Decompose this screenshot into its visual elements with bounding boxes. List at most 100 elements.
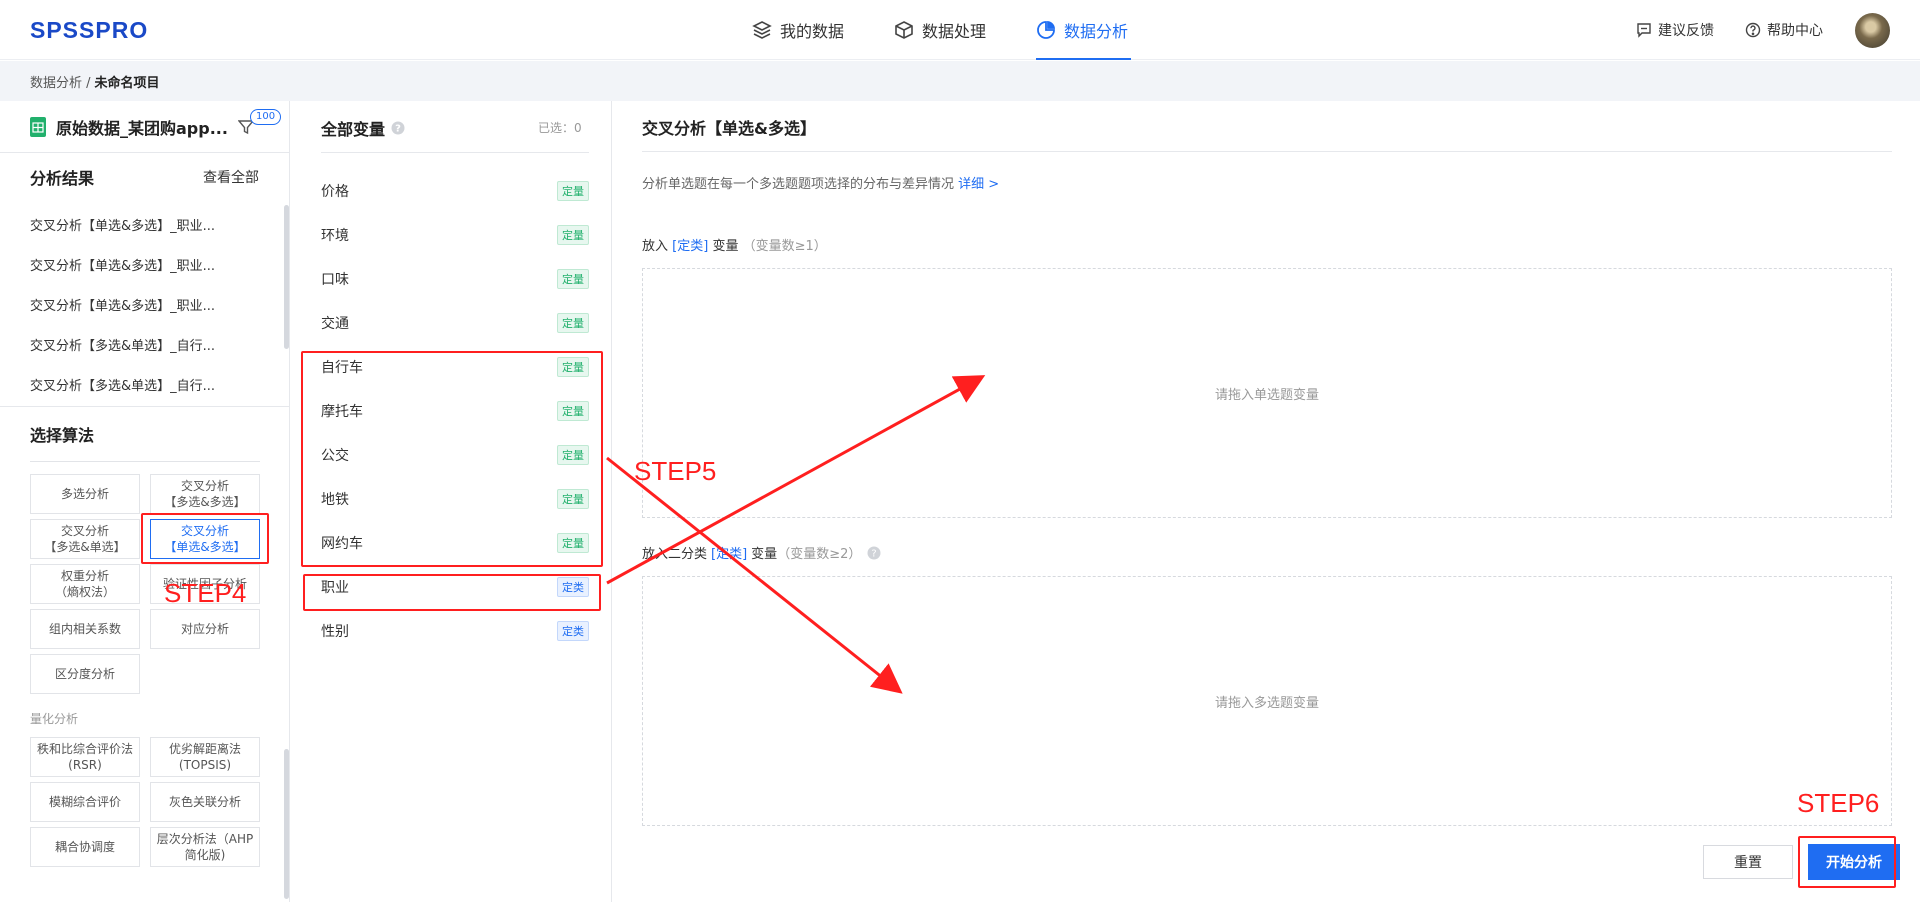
algo-fuzzy[interactable]: 模糊综合评价 — [30, 782, 140, 822]
result-item[interactable]: 交叉分析【单选&多选】_职业... — [30, 295, 215, 314]
result-item[interactable]: 交叉分析【多选&单选】_自行... — [30, 375, 215, 394]
help-center-link[interactable]: 帮助中心 — [1745, 0, 1823, 60]
layers-icon — [752, 21, 772, 39]
zone2-hint: （变量数≥2） — [777, 547, 862, 562]
divider — [321, 152, 589, 153]
zone1-suffix: 变量 — [712, 239, 739, 254]
help-center-label: 帮助中心 — [1767, 23, 1823, 39]
variables-title-label: 全部变量 — [321, 120, 386, 139]
zone2-placeholder: 请拖入多选题变量 — [1214, 695, 1319, 711]
svg-text:?: ? — [872, 548, 877, 559]
nav-data-processing[interactable]: 数据处理 — [894, 0, 986, 60]
left-sidebar: 原始数据_某团购app... 100 分析结果 查看全部 交叉分析【单选&多选】… — [0, 101, 290, 902]
feedback-label: 建议反馈 — [1658, 23, 1714, 39]
algo-multi-select-analysis[interactable]: 多选分析 — [30, 474, 140, 514]
nav-data-analysis-label: 数据分析 — [1064, 22, 1129, 41]
variable-name: 性别 — [321, 624, 349, 640]
algo-correspondence[interactable]: 对应分析 — [150, 609, 260, 649]
variable-name: 口味 — [321, 272, 349, 288]
quantitative-tag: 定量 — [557, 269, 589, 289]
view-all-link[interactable]: 查看全部 — [203, 167, 259, 187]
zone1-label: 放入 [定类] 变量 （变量数≥1） — [642, 235, 827, 254]
result-item[interactable]: 交叉分析【单选&多选】_职业... — [30, 215, 215, 234]
variable-name: 环境 — [321, 228, 349, 244]
analysis-description-text: 分析单选题在每一个多选题题项选择的分布与差异情况 — [642, 177, 955, 192]
active-tab-indicator — [1036, 58, 1131, 60]
divider — [0, 152, 290, 153]
zone1-prefix: 放入 — [642, 239, 669, 254]
divider — [0, 406, 290, 407]
results-scrollbar[interactable] — [284, 205, 289, 349]
variable-item[interactable]: 交通 定量 — [321, 308, 589, 338]
zone2-label: 放入二分类 [定类] 变量 （变量数≥2） ? — [642, 543, 881, 562]
reset-button[interactable]: 重置 — [1703, 845, 1793, 879]
quant-group-label: 量化分析 — [30, 712, 79, 726]
quantitative-tag: 定量 — [557, 181, 589, 201]
pie-chart-icon — [1037, 20, 1056, 39]
nav-my-data[interactable]: 我的数据 — [752, 0, 844, 60]
zone2-prefix: 放入二分类 — [642, 547, 708, 562]
step6-highlight-box — [1798, 836, 1896, 888]
algo-cross-multi-single[interactable]: 交叉分析 【多选&单选】 — [30, 519, 140, 559]
nav-data-processing-label: 数据处理 — [922, 22, 987, 41]
user-avatar[interactable] — [1855, 13, 1890, 48]
divider — [30, 461, 260, 462]
step5-occupation-box — [303, 574, 601, 611]
zone1-hint: （变量数≥1） — [742, 239, 827, 254]
quantitative-tag: 定量 — [557, 313, 589, 333]
analysis-title: 交叉分析【单选&多选】 — [642, 119, 816, 138]
algo-weight-entropy[interactable]: 权重分析 （熵权法） — [30, 564, 140, 604]
algo-topsis[interactable]: 优劣解距离法 (TOPSIS) — [150, 737, 260, 777]
message-icon — [1637, 23, 1651, 38]
result-item[interactable]: 交叉分析【多选&单选】_自行... — [30, 335, 215, 354]
multi-choice-drop-zone[interactable]: 请拖入多选题变量 — [642, 576, 1892, 826]
spreadsheet-icon — [30, 117, 46, 137]
variable-name: 价格 — [321, 184, 349, 200]
help-icon — [1745, 22, 1761, 38]
variable-item[interactable]: 性别 定类 — [321, 616, 589, 646]
detail-link[interactable]: 详细 > — [958, 177, 999, 192]
question-icon[interactable]: ? — [391, 121, 405, 135]
breadcrumb-root[interactable]: 数据分析 / — [30, 72, 91, 91]
algorithms-scrollbar[interactable] — [284, 749, 289, 899]
nav-data-analysis[interactable]: 数据分析 — [1036, 0, 1131, 60]
step6-label: STEP6 — [1797, 788, 1880, 818]
algo-discrimination[interactable]: 区分度分析 — [30, 654, 140, 694]
app-logo[interactable]: SPSSPRO — [30, 17, 148, 44]
step4-highlight-box — [141, 513, 269, 564]
divider — [642, 151, 1892, 152]
algo-coupling[interactable]: 耦合协调度 — [30, 827, 140, 867]
algo-grey-relational[interactable]: 灰色关联分析 — [150, 782, 260, 822]
algorithms-title: 选择算法 — [30, 426, 95, 445]
nav-my-data-label: 我的数据 — [780, 22, 845, 41]
variables-title: 全部变量 ? — [321, 116, 405, 140]
feedback-link[interactable]: 建议反馈 — [1636, 0, 1714, 60]
zone1-type: [定类] — [672, 239, 709, 254]
variable-name: 交通 — [321, 316, 349, 332]
results-title: 分析结果 — [30, 169, 95, 188]
step4-label: STEP4 — [164, 578, 247, 608]
step5-variables-box — [301, 351, 603, 567]
algo-rsr[interactable]: 秩和比综合评价法 (RSR) — [30, 737, 140, 777]
dataset-title: 原始数据_某团购app... — [56, 119, 228, 138]
zone2-type: [定类] — [711, 547, 748, 562]
algo-ahp[interactable]: 层次分析法（AHP 简化版) — [150, 827, 260, 867]
cube-icon — [895, 21, 913, 39]
zone1-placeholder: 请拖入单选题变量 — [1214, 387, 1319, 403]
result-item[interactable]: 交叉分析【单选&多选】_职业... — [30, 255, 215, 274]
variable-item[interactable]: 口味 定量 — [321, 264, 589, 294]
filter-count-badge: 100 — [250, 109, 282, 125]
algo-icc[interactable]: 组内相关系数 — [30, 609, 140, 649]
step5-label: STEP5 — [634, 456, 717, 486]
variable-item[interactable]: 环境 定量 — [321, 220, 589, 250]
zone2-suffix: 变量 — [751, 547, 778, 562]
question-icon[interactable]: ? — [867, 546, 881, 560]
breadcrumb-current: 未命名项目 — [94, 75, 160, 91]
breadcrumb: 数据分析 / 未命名项目 — [0, 61, 1920, 101]
quantitative-tag: 定量 — [557, 225, 589, 245]
single-choice-drop-zone[interactable]: 请拖入单选题变量 — [642, 268, 1892, 518]
algo-cross-multi-multi[interactable]: 交叉分析 【多选&多选】 — [150, 474, 260, 514]
selected-count: 已选：0 — [538, 121, 582, 135]
variable-item[interactable]: 价格 定量 — [321, 176, 589, 206]
analysis-config-panel: 交叉分析【单选&多选】 分析单选题在每一个多选题题项选择的分布与差异情况 详细 … — [612, 101, 1920, 902]
